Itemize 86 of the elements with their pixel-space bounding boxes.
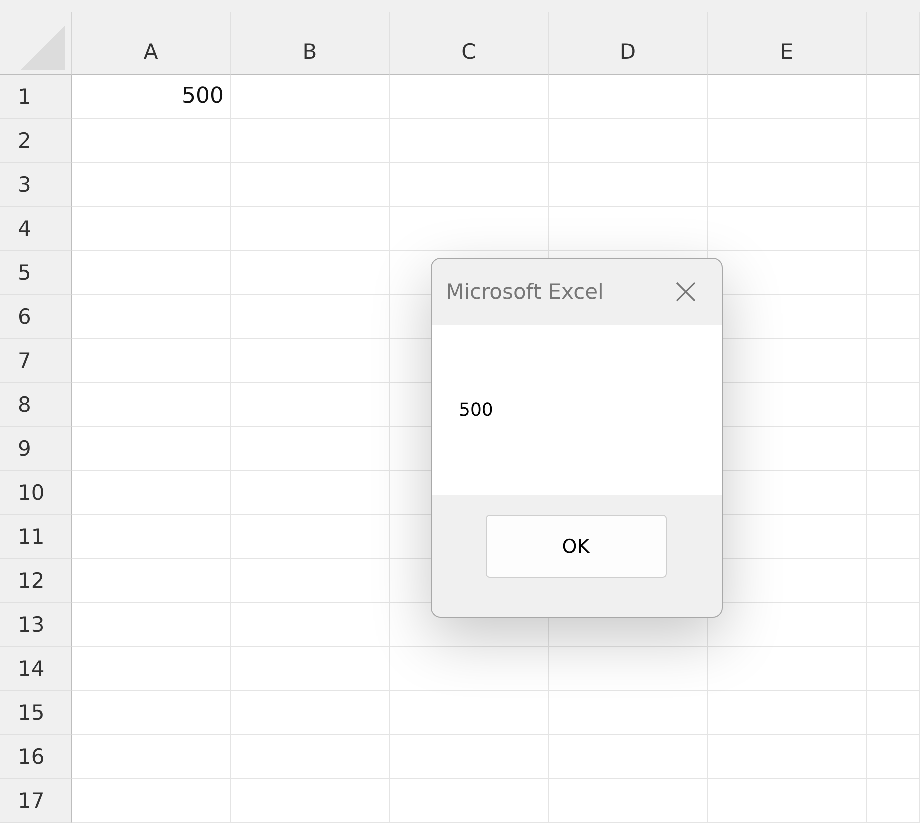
empty-cell[interactable] bbox=[708, 735, 867, 779]
empty-cell[interactable] bbox=[867, 647, 920, 691]
dialog-message: 500 bbox=[459, 400, 494, 420]
empty-cell[interactable] bbox=[231, 559, 390, 603]
empty-cell[interactable] bbox=[231, 119, 390, 163]
row-header[interactable]: 14 bbox=[0, 647, 72, 691]
empty-cell[interactable] bbox=[708, 163, 867, 207]
empty-cell[interactable] bbox=[390, 75, 549, 119]
column-header[interactable]: E bbox=[708, 12, 867, 75]
empty-cell[interactable] bbox=[867, 339, 920, 383]
empty-cell[interactable] bbox=[867, 735, 920, 779]
empty-cell[interactable] bbox=[708, 779, 867, 823]
empty-cell[interactable] bbox=[867, 295, 920, 339]
table-cell[interactable]: 500 bbox=[72, 75, 231, 119]
row-header[interactable]: 8 bbox=[0, 383, 72, 427]
empty-cell[interactable] bbox=[390, 691, 549, 735]
empty-cell[interactable] bbox=[231, 603, 390, 647]
row-header[interactable]: 2 bbox=[0, 119, 72, 163]
row-header[interactable]: 16 bbox=[0, 735, 72, 779]
row-header[interactable]: 6 bbox=[0, 295, 72, 339]
empty-cell[interactable] bbox=[231, 251, 390, 295]
empty-cell[interactable] bbox=[549, 163, 708, 207]
row-header[interactable]: 11 bbox=[0, 515, 72, 559]
row-header[interactable]: 9 bbox=[0, 427, 72, 471]
column-header[interactable]: D bbox=[549, 12, 708, 75]
column-header[interactable]: B bbox=[231, 12, 390, 75]
row-header[interactable]: 13 bbox=[0, 603, 72, 647]
empty-cell[interactable] bbox=[708, 119, 867, 163]
empty-cell[interactable] bbox=[549, 207, 708, 251]
empty-cell[interactable] bbox=[867, 119, 920, 163]
row-header[interactable]: 10 bbox=[0, 471, 72, 515]
empty-cell[interactable] bbox=[390, 207, 549, 251]
empty-cell[interactable] bbox=[549, 735, 708, 779]
empty-cell[interactable] bbox=[867, 75, 920, 119]
empty-cell[interactable] bbox=[231, 471, 390, 515]
empty-cell[interactable] bbox=[867, 515, 920, 559]
empty-cell[interactable] bbox=[708, 691, 867, 735]
empty-cell[interactable] bbox=[708, 647, 867, 691]
row-header[interactable]: 1 bbox=[0, 75, 72, 119]
empty-cell[interactable] bbox=[231, 647, 390, 691]
row-header[interactable]: 15 bbox=[0, 691, 72, 735]
empty-cell[interactable] bbox=[390, 163, 549, 207]
empty-cell[interactable] bbox=[231, 735, 390, 779]
empty-cell[interactable] bbox=[390, 119, 549, 163]
empty-cell[interactable] bbox=[549, 647, 708, 691]
column-header[interactable] bbox=[867, 12, 920, 75]
row-header[interactable]: 7 bbox=[0, 339, 72, 383]
empty-cell[interactable] bbox=[231, 427, 390, 471]
empty-cell[interactable] bbox=[708, 207, 867, 251]
empty-cell[interactable] bbox=[867, 207, 920, 251]
empty-cell[interactable] bbox=[549, 691, 708, 735]
row-header[interactable]: 4 bbox=[0, 207, 72, 251]
empty-cell[interactable] bbox=[708, 75, 867, 119]
empty-cell[interactable] bbox=[390, 735, 549, 779]
row-header[interactable]: 17 bbox=[0, 779, 72, 823]
empty-cell[interactable] bbox=[867, 383, 920, 427]
empty-cell[interactable] bbox=[231, 339, 390, 383]
empty-cell[interactable] bbox=[549, 75, 708, 119]
empty-cell[interactable] bbox=[867, 427, 920, 471]
empty-cell[interactable] bbox=[867, 691, 920, 735]
empty-cell[interactable] bbox=[549, 779, 708, 823]
empty-cell[interactable] bbox=[867, 471, 920, 515]
empty-cell[interactable] bbox=[867, 779, 920, 823]
empty-cell[interactable] bbox=[231, 383, 390, 427]
row-header[interactable]: 12 bbox=[0, 559, 72, 603]
empty-cell[interactable] bbox=[231, 207, 390, 251]
ok-button[interactable]: OK bbox=[486, 515, 666, 578]
empty-cell[interactable] bbox=[231, 295, 390, 339]
close-icon[interactable] bbox=[676, 282, 696, 302]
row-header[interactable]: 3 bbox=[0, 163, 72, 207]
empty-cell[interactable] bbox=[867, 251, 920, 295]
column-header[interactable]: C bbox=[390, 12, 549, 75]
empty-cell[interactable] bbox=[549, 119, 708, 163]
empty-cell[interactable] bbox=[867, 603, 920, 647]
empty-cell[interactable] bbox=[231, 691, 390, 735]
empty-cell[interactable] bbox=[867, 559, 920, 603]
empty-cell[interactable] bbox=[231, 163, 390, 207]
column-header[interactable]: A bbox=[72, 12, 231, 75]
empty-cell[interactable] bbox=[231, 515, 390, 559]
empty-cell[interactable] bbox=[231, 75, 390, 119]
empty-cell[interactable] bbox=[390, 647, 549, 691]
row-header[interactable]: 5 bbox=[0, 251, 72, 295]
empty-cell[interactable] bbox=[867, 163, 920, 207]
dialog-title: Microsoft Excel bbox=[446, 280, 604, 304]
empty-cell[interactable] bbox=[390, 779, 549, 823]
empty-cell[interactable] bbox=[231, 779, 390, 823]
